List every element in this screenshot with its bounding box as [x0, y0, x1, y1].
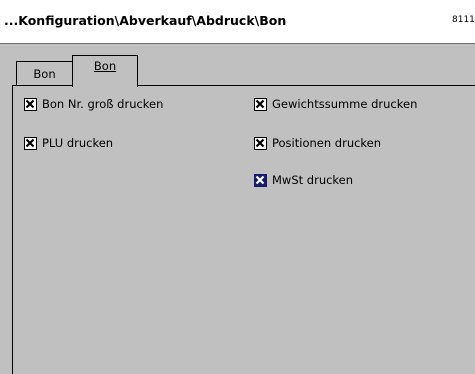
- option-plu-label: PLU drucken: [42, 136, 114, 150]
- checkbox-plu[interactable]: [24, 136, 37, 150]
- window-code: 8111: [452, 15, 475, 25]
- check-x-icon: [255, 175, 265, 184]
- option-gewichtssumme-label: Gewichtssumme drucken: [272, 97, 418, 111]
- option-mwst-label: MwSt drucken: [272, 173, 354, 187]
- option-gewichtssumme[interactable]: Gewichtssumme drucken: [254, 96, 417, 112]
- option-plu[interactable]: PLU drucken: [24, 135, 113, 151]
- option-positionen-label: Positionen drucken: [272, 136, 382, 150]
- checkbox-positionen[interactable]: [254, 136, 267, 150]
- tab-panel: [12, 85, 475, 374]
- tab-bon-2[interactable]: Bon: [72, 55, 138, 87]
- check-x-icon: [255, 99, 265, 108]
- option-positionen[interactable]: Positionen drucken: [254, 135, 381, 151]
- option-bon-nr-gross[interactable]: Bon Nr. groß drucken: [24, 96, 163, 112]
- title-bar: ...Konfiguration\Abverkauf\Abdruck\Bon 8…: [0, 0, 475, 44]
- option-mwst[interactable]: MwSt drucken: [254, 172, 353, 188]
- check-x-icon: [25, 138, 35, 147]
- checkbox-mwst[interactable]: [254, 173, 267, 187]
- tab-bon-1[interactable]: Bon: [16, 61, 73, 86]
- window-title: ...Konfiguration\Abverkauf\Abdruck\Bon: [4, 13, 287, 28]
- checkbox-bon-nr-gross[interactable]: [24, 97, 37, 111]
- check-x-icon: [25, 99, 35, 108]
- tab-bon-1-label: Bon: [33, 67, 56, 81]
- check-x-icon: [255, 138, 265, 147]
- tab-bon-2-label: Bon: [93, 59, 117, 73]
- config-window: ...Konfiguration\Abverkauf\Abdruck\Bon 8…: [0, 0, 475, 374]
- checkbox-gewichtssumme[interactable]: [254, 97, 267, 111]
- tab-strip: Bon Bon: [0, 44, 475, 87]
- option-bon-nr-gross-label: Bon Nr. groß drucken: [42, 97, 164, 111]
